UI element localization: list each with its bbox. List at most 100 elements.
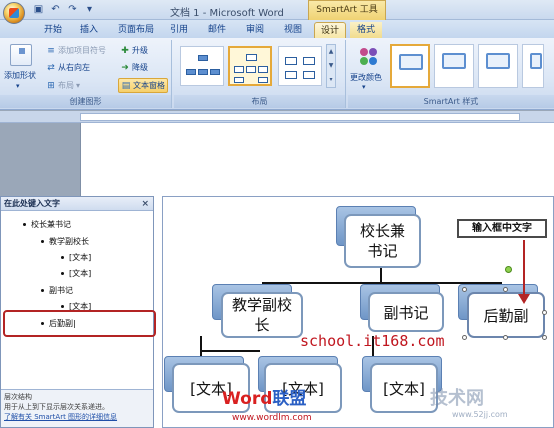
style-thumbnail-3[interactable] [478,44,518,88]
add-shape-button[interactable]: 添加形状 [4,70,36,81]
add-shape-label: 添加形状 [4,71,36,80]
resize-handle[interactable] [503,335,508,340]
layout-description: 用于从上到下显示层次关系递进。 [4,403,109,411]
right-to-left-icon: ⇄ [47,62,55,73]
redo-icon[interactable]: ↷ [66,3,79,16]
rotation-handle[interactable] [505,266,512,273]
tab-home[interactable]: 开始 [38,22,68,38]
layout-dropdown-button[interactable]: ⊞ 布局 ▾ [46,80,80,91]
undo-icon[interactable]: ↶ [49,3,62,16]
change-colors-icon[interactable] [358,46,380,68]
text-pane-item[interactable]: [文本] [61,268,91,279]
shape-root-text: 校长兼书记 [359,222,405,260]
promote-button[interactable]: ✚ 升级 [120,45,148,56]
group-label-smartart-styles: SmartArt 样式 [348,95,554,108]
ribbon-tabs: 开始 插入 页面布局 引用 邮件 审阅 视图 设计 格式 [0,20,554,38]
demote-button[interactable]: ➜ 降级 [120,62,148,73]
watermark-logo-url: www.wordlm.com [232,413,312,423]
group-label-layouts: 布局 [174,95,345,108]
layout-thumbnail-3[interactable] [278,46,322,86]
demote-label: 降级 [132,63,148,72]
chevron-down-icon: ▾ [76,81,81,90]
learn-more-link[interactable]: 了解有关 SmartArt 图形的详细信息 [4,412,150,422]
text-pane-item[interactable]: [文本] [61,252,91,263]
shape-level2-3-text: 后勤副 [483,306,529,325]
tab-mailings[interactable]: 邮件 [202,22,232,38]
resize-handle[interactable] [542,310,547,315]
tab-design[interactable]: 设计 [314,22,346,38]
ribbon: 添加形状 ▾ ≡ 添加项目符号 ⇄ 从右向左 ⊞ 布局 ▾ ✚ 升级 ➜ 降级 … [0,38,554,110]
resize-handle[interactable] [503,287,508,292]
shape-level2-1-text: 教学副校长 [231,296,292,334]
resize-handle[interactable] [462,287,467,292]
shape-level3-3[interactable]: [文本] [370,363,438,413]
add-bullet-button[interactable]: ≡ 添加项目符号 [46,45,106,56]
bullet-icon: ≡ [47,45,55,56]
watermark-site-url: www.52jj.com [452,410,508,419]
text-pane-icon: ▤ [121,80,131,91]
office-button[interactable] [3,2,25,24]
resize-handle[interactable] [542,335,547,340]
tab-review[interactable]: 审阅 [240,22,270,38]
close-icon[interactable]: × [141,197,149,211]
style-thumbnail-4[interactable] [522,44,544,88]
text-pane-item[interactable]: 校长兼书记 [23,219,71,230]
highlight-rectangle [3,310,156,337]
group-create-graphic: 添加形状 ▾ ≡ 添加项目符号 ⇄ 从右向左 ⊞ 布局 ▾ ✚ 升级 ➜ 降级 … [0,40,172,108]
add-bullet-label: 添加项目符号 [58,46,106,55]
shape-level3-3-text: [文本] [383,379,425,398]
layout-thumbnail-hierarchy[interactable] [228,46,272,86]
connector [200,350,260,352]
annotation-callout: 输入框中文字 [457,219,547,238]
add-shape-dropdown-icon[interactable]: ▾ [16,82,20,90]
change-colors-button[interactable]: 更改颜色 [350,72,382,83]
save-icon[interactable]: ▣ [32,3,45,16]
customize-qat-icon[interactable]: ▾ [83,3,96,16]
promote-icon: ✚ [121,45,129,56]
change-colors-label: 更改颜色 [350,73,382,82]
watermark-site: 技术网 [430,388,484,409]
layouts-scroll[interactable]: ▲ ▼ ▾ [326,44,336,88]
org-layout-icon: ⊞ [47,80,55,91]
text-pane-item[interactable]: 副书记 [41,285,73,296]
style-thumbnail-1[interactable] [390,44,430,88]
office-logo-icon [9,8,19,18]
layout-name: 层次结构 [4,393,32,401]
tab-references[interactable]: 引用 [164,22,194,38]
shape-level2-1[interactable]: 教学副校长 [221,292,303,338]
shape-level2-3[interactable]: 后勤副 [467,292,545,338]
text-pane-item[interactable]: 教学副校长 [41,236,89,247]
tab-format[interactable]: 格式 [350,22,382,38]
promote-label: 升级 [132,46,148,55]
group-label-create-graphic: 创建图形 [0,95,171,108]
layout-thumbnail-1[interactable] [180,46,224,86]
title-bar: ▣ ↶ ↷ ▾ 文档 1 - Microsoft Word SmartArt 工… [0,0,554,24]
connector [380,268,382,282]
style-thumbnail-2[interactable] [434,44,474,88]
text-pane-label: 文本窗格 [133,81,165,90]
smartart-tools-label: SmartArt 工具 [308,0,386,21]
watermark-url: school.it168.com [300,332,445,350]
annotation-arrow [523,240,525,298]
text-pane-footer: 层次结构 用于从上到下显示层次关系递进。 了解有关 SmartArt 图形的详细… [1,389,153,427]
tab-insert[interactable]: 插入 [74,22,104,38]
change-colors-dropdown-icon[interactable]: ▾ [362,83,366,91]
shape-level2-2[interactable]: 副书记 [368,292,444,332]
arrow-head-icon [518,294,530,304]
layout-label: 布局 [58,81,74,90]
right-to-left-button[interactable]: ⇄ 从右向左 [46,62,90,73]
group-smartart-styles: 更改颜色 ▾ SmartArt 样式 [348,40,554,108]
group-layouts: ▲ ▼ ▾ 布局 [174,40,346,108]
watermark-logo: Word联盟 [222,389,307,409]
shape-root[interactable]: 校长兼书记 [344,214,421,268]
horizontal-ruler[interactable] [0,111,554,123]
right-to-left-label: 从右向左 [58,63,90,72]
tab-view[interactable]: 视图 [278,22,308,38]
text-pane-toggle[interactable]: ▤ 文本窗格 [118,78,168,93]
quick-access-toolbar: ▣ ↶ ↷ ▾ [32,3,96,16]
tab-page-layout[interactable]: 页面布局 [112,22,160,38]
add-shape-icon[interactable] [10,44,32,66]
shape-level2-2-text: 副书记 [383,303,429,322]
demote-icon: ➜ [121,62,129,73]
resize-handle[interactable] [462,335,467,340]
